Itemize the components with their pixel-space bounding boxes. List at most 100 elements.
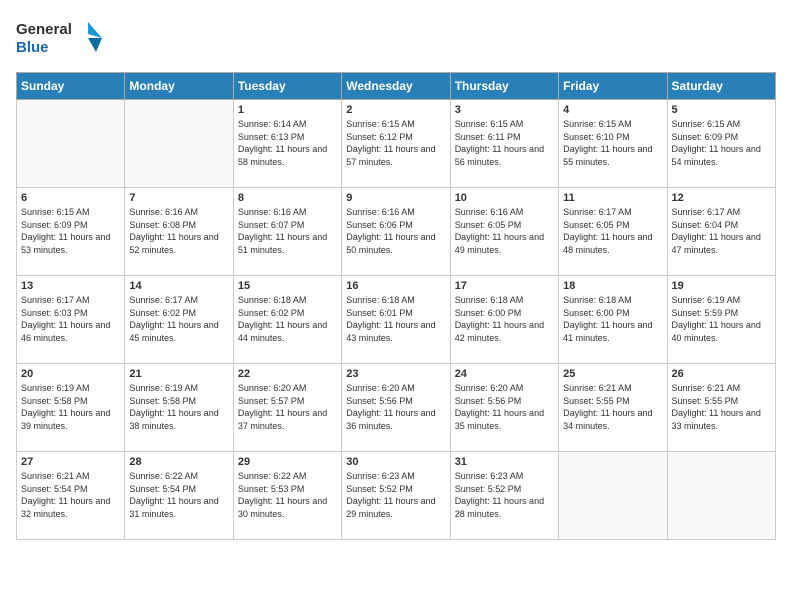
weekday-header-thursday: Thursday bbox=[450, 73, 558, 100]
calendar-cell: 29 Sunrise: 6:22 AMSunset: 5:53 PMDayligh… bbox=[233, 452, 341, 540]
calendar-week-4: 20 Sunrise: 6:19 AMSunset: 5:58 PMDayligh… bbox=[17, 364, 776, 452]
svg-text:General: General bbox=[16, 21, 72, 38]
day-info: Sunrise: 6:17 AMSunset: 6:05 PMDaylight:… bbox=[563, 206, 662, 256]
day-number: 23 bbox=[346, 368, 445, 380]
calendar-cell: 30 Sunrise: 6:23 AMSunset: 5:52 PMDayligh… bbox=[342, 452, 450, 540]
calendar-cell: 18 Sunrise: 6:18 AMSunset: 6:00 PMDayligh… bbox=[559, 276, 667, 364]
logo: General Blue bbox=[16, 16, 106, 60]
day-number: 25 bbox=[563, 368, 662, 380]
calendar-cell: 16Sunrise: 6:18 AMSunset: 6:01 PMDayligh… bbox=[342, 276, 450, 364]
calendar-cell: 2 Sunrise: 6:15 AMSunset: 6:12 PMDaylight… bbox=[342, 100, 450, 188]
day-number: 9 bbox=[346, 192, 445, 204]
calendar-week-2: 6 Sunrise: 6:15 AMSunset: 6:09 PMDaylight… bbox=[17, 188, 776, 276]
day-info: Sunrise: 6:16 AMSunset: 6:07 PMDaylight:… bbox=[238, 206, 337, 256]
day-number: 20 bbox=[21, 368, 120, 380]
day-info: Sunrise: 6:23 AMSunset: 5:52 PMDaylight:… bbox=[346, 470, 445, 520]
day-number: 21 bbox=[129, 368, 228, 380]
calendar-cell: 10Sunrise: 6:16 AMSunset: 6:05 PMDayligh… bbox=[450, 188, 558, 276]
day-number: 31 bbox=[455, 456, 554, 468]
weekday-header-tuesday: Tuesday bbox=[233, 73, 341, 100]
day-info: Sunrise: 6:23 AMSunset: 5:52 PMDaylight:… bbox=[455, 470, 554, 520]
calendar-cell: 21 Sunrise: 6:19 AMSunset: 5:58 PMDayligh… bbox=[125, 364, 233, 452]
day-info: Sunrise: 6:21 AMSunset: 5:55 PMDaylight:… bbox=[672, 382, 771, 432]
calendar-cell: 5 Sunrise: 6:15 AMSunset: 6:09 PMDaylight… bbox=[667, 100, 775, 188]
calendar-cell bbox=[667, 452, 775, 540]
day-info: Sunrise: 6:15 AMSunset: 6:12 PMDaylight:… bbox=[346, 118, 445, 168]
day-number: 27 bbox=[21, 456, 120, 468]
day-info: Sunrise: 6:21 AMSunset: 5:54 PMDaylight:… bbox=[21, 470, 120, 520]
calendar-cell: 14 Sunrise: 6:17 AMSunset: 6:02 PMDayligh… bbox=[125, 276, 233, 364]
day-number: 2 bbox=[346, 104, 445, 116]
day-info: Sunrise: 6:22 AMSunset: 5:53 PMDaylight:… bbox=[238, 470, 337, 520]
day-info: Sunrise: 6:17 AMSunset: 6:04 PMDaylight:… bbox=[672, 206, 771, 256]
day-info: Sunrise: 6:17 AMSunset: 6:03 PMDaylight:… bbox=[21, 294, 120, 344]
calendar-cell: 27 Sunrise: 6:21 AMSunset: 5:54 PMDayligh… bbox=[17, 452, 125, 540]
day-info: Sunrise: 6:15 AMSunset: 6:11 PMDaylight:… bbox=[455, 118, 554, 168]
day-number: 30 bbox=[346, 456, 445, 468]
day-number: 7 bbox=[129, 192, 228, 204]
svg-text:Blue: Blue bbox=[16, 39, 49, 56]
day-info: Sunrise: 6:21 AMSunset: 5:55 PMDaylight:… bbox=[563, 382, 662, 432]
calendar-cell: 7Sunrise: 6:16 AMSunset: 6:08 PMDaylight… bbox=[125, 188, 233, 276]
day-info: Sunrise: 6:19 AMSunset: 5:59 PMDaylight:… bbox=[672, 294, 771, 344]
day-info: Sunrise: 6:18 AMSunset: 6:00 PMDaylight:… bbox=[455, 294, 554, 344]
calendar-cell: 6 Sunrise: 6:15 AMSunset: 6:09 PMDaylight… bbox=[17, 188, 125, 276]
calendar-cell bbox=[125, 100, 233, 188]
day-info: Sunrise: 6:20 AMSunset: 5:56 PMDaylight:… bbox=[346, 382, 445, 432]
day-number: 4 bbox=[563, 104, 662, 116]
day-number: 18 bbox=[563, 280, 662, 292]
weekday-header-friday: Friday bbox=[559, 73, 667, 100]
day-info: Sunrise: 6:18 AMSunset: 6:02 PMDaylight:… bbox=[238, 294, 337, 344]
calendar-cell: 20 Sunrise: 6:19 AMSunset: 5:58 PMDayligh… bbox=[17, 364, 125, 452]
calendar-cell: 15 Sunrise: 6:18 AMSunset: 6:02 PMDayligh… bbox=[233, 276, 341, 364]
calendar-cell: 26 Sunrise: 6:21 AMSunset: 5:55 PMDayligh… bbox=[667, 364, 775, 452]
day-number: 26 bbox=[672, 368, 771, 380]
calendar-week-3: 13 Sunrise: 6:17 AMSunset: 6:03 PMDayligh… bbox=[17, 276, 776, 364]
calendar-cell: 25 Sunrise: 6:21 AMSunset: 5:55 PMDayligh… bbox=[559, 364, 667, 452]
day-info: Sunrise: 6:16 AMSunset: 6:06 PMDaylight:… bbox=[346, 206, 445, 256]
day-number: 29 bbox=[238, 456, 337, 468]
day-info: Sunrise: 6:15 AMSunset: 6:10 PMDaylight:… bbox=[563, 118, 662, 168]
calendar-cell: 31 Sunrise: 6:23 AMSunset: 5:52 PMDayligh… bbox=[450, 452, 558, 540]
calendar-cell: 17 Sunrise: 6:18 AMSunset: 6:00 PMDayligh… bbox=[450, 276, 558, 364]
day-info: Sunrise: 6:14 AMSunset: 6:13 PMDaylight:… bbox=[238, 118, 337, 168]
day-info: Sunrise: 6:18 AMSunset: 6:00 PMDaylight:… bbox=[563, 294, 662, 344]
calendar-cell: 8Sunrise: 6:16 AMSunset: 6:07 PMDaylight… bbox=[233, 188, 341, 276]
header: General Blue bbox=[16, 16, 776, 60]
calendar-week-5: 27 Sunrise: 6:21 AMSunset: 5:54 PMDayligh… bbox=[17, 452, 776, 540]
day-number: 28 bbox=[129, 456, 228, 468]
day-info: Sunrise: 6:15 AMSunset: 6:09 PMDaylight:… bbox=[21, 206, 120, 256]
calendar-cell: 3 Sunrise: 6:15 AMSunset: 6:11 PMDaylight… bbox=[450, 100, 558, 188]
calendar-cell: 13 Sunrise: 6:17 AMSunset: 6:03 PMDayligh… bbox=[17, 276, 125, 364]
day-number: 13 bbox=[21, 280, 120, 292]
weekday-header-saturday: Saturday bbox=[667, 73, 775, 100]
day-info: Sunrise: 6:19 AMSunset: 5:58 PMDaylight:… bbox=[21, 382, 120, 432]
weekday-header-sunday: Sunday bbox=[17, 73, 125, 100]
day-number: 3 bbox=[455, 104, 554, 116]
calendar-cell bbox=[559, 452, 667, 540]
day-number: 19 bbox=[672, 280, 771, 292]
logo-svg: General Blue bbox=[16, 16, 106, 60]
day-info: Sunrise: 6:17 AMSunset: 6:02 PMDaylight:… bbox=[129, 294, 228, 344]
calendar-cell: 9 Sunrise: 6:16 AMSunset: 6:06 PMDaylight… bbox=[342, 188, 450, 276]
calendar-cell: 23 Sunrise: 6:20 AMSunset: 5:56 PMDayligh… bbox=[342, 364, 450, 452]
calendar-cell: 24Sunrise: 6:20 AMSunset: 5:56 PMDayligh… bbox=[450, 364, 558, 452]
day-number: 6 bbox=[21, 192, 120, 204]
day-number: 14 bbox=[129, 280, 228, 292]
day-number: 5 bbox=[672, 104, 771, 116]
day-number: 17 bbox=[455, 280, 554, 292]
day-number: 15 bbox=[238, 280, 337, 292]
day-number: 11 bbox=[563, 192, 662, 204]
calendar-cell: 28Sunrise: 6:22 AMSunset: 5:54 PMDayligh… bbox=[125, 452, 233, 540]
day-info: Sunrise: 6:20 AMSunset: 5:57 PMDaylight:… bbox=[238, 382, 337, 432]
day-number: 12 bbox=[672, 192, 771, 204]
day-number: 22 bbox=[238, 368, 337, 380]
calendar-cell: 19 Sunrise: 6:19 AMSunset: 5:59 PMDayligh… bbox=[667, 276, 775, 364]
day-info: Sunrise: 6:19 AMSunset: 5:58 PMDaylight:… bbox=[129, 382, 228, 432]
calendar-cell: 11 Sunrise: 6:17 AMSunset: 6:05 PMDayligh… bbox=[559, 188, 667, 276]
day-info: Sunrise: 6:20 AMSunset: 5:56 PMDaylight:… bbox=[455, 382, 554, 432]
calendar-cell: 22 Sunrise: 6:20 AMSunset: 5:57 PMDayligh… bbox=[233, 364, 341, 452]
day-info: Sunrise: 6:15 AMSunset: 6:09 PMDaylight:… bbox=[672, 118, 771, 168]
calendar-week-1: 1Sunrise: 6:14 AMSunset: 6:13 PMDaylight… bbox=[17, 100, 776, 188]
calendar-cell: 12 Sunrise: 6:17 AMSunset: 6:04 PMDayligh… bbox=[667, 188, 775, 276]
